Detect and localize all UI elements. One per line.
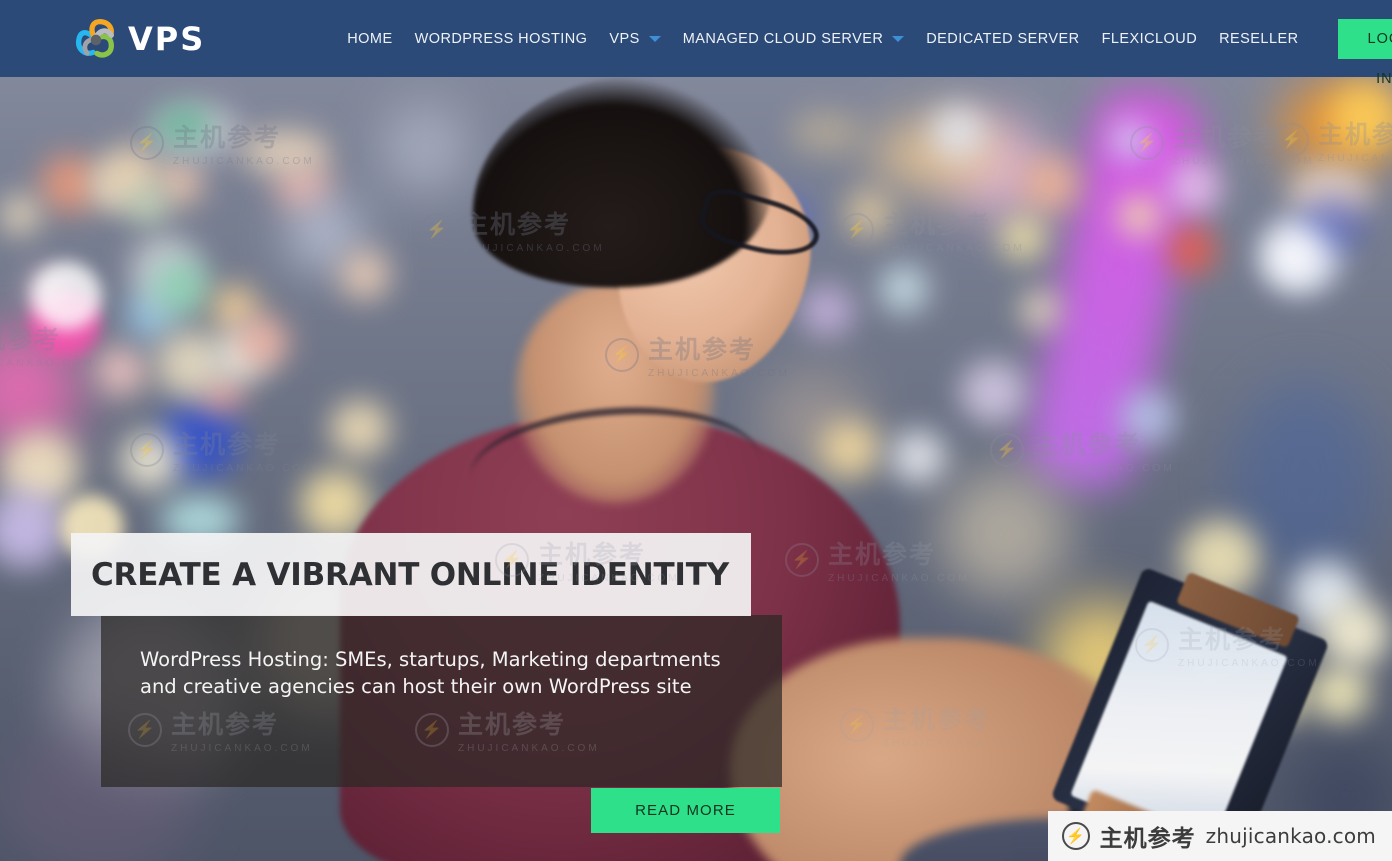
bokeh-light xyxy=(930,105,986,159)
bokeh-light xyxy=(1000,215,1046,261)
bokeh-light xyxy=(1265,230,1323,286)
logo-text: VPS xyxy=(128,19,206,58)
read-more-button[interactable]: READ MORE xyxy=(591,788,780,833)
nav-item-label: MANAGED CLOUD SERVER xyxy=(682,30,884,47)
bokeh-light xyxy=(960,360,1026,424)
nav-item-flexicloud[interactable]: FLEXICLOUD xyxy=(1091,21,1209,57)
watermark-badge: ⚡ 主机参考 zhujicankao.com xyxy=(1047,811,1392,861)
watermark-badge-url: zhujicankao.com xyxy=(1205,824,1376,848)
bokeh-light xyxy=(32,262,102,330)
page-title: CREATE A VIBRANT ONLINE IDENTITY xyxy=(91,556,729,593)
nav-item-label: VPS xyxy=(609,30,640,47)
bokeh-light xyxy=(1020,290,1060,330)
page-root: ⚡ 主机参考 ZHUJICANKAO.COM ⚡ 主机参考 ZHUJICANKA… xyxy=(0,0,1392,861)
chevron-down-icon xyxy=(648,35,661,42)
bokeh-light xyxy=(1120,390,1176,444)
nav-item-home[interactable]: HOME xyxy=(336,21,403,57)
swirl-logo-icon xyxy=(76,18,114,58)
bokeh-light xyxy=(1110,120,1150,160)
bokeh-light xyxy=(1118,195,1160,237)
nav-item-label: WORDPRESS HOSTING xyxy=(414,30,588,47)
nav-item-managed-cloud-server[interactable]: MANAGED CLOUD SERVER xyxy=(672,21,916,57)
bokeh-light xyxy=(1168,226,1216,274)
hero-heading-panel: CREATE A VIBRANT ONLINE IDENTITY xyxy=(71,533,751,616)
bokeh-light xyxy=(155,108,213,144)
nav-item-dedicated-server[interactable]: DEDICATED SERVER xyxy=(915,21,1090,57)
bokeh-light xyxy=(1320,600,1390,668)
login-button[interactable]: LOG IN xyxy=(1337,18,1392,87)
nav-item-label: HOME xyxy=(347,30,393,47)
bokeh-light xyxy=(95,345,147,397)
bokeh-light xyxy=(235,315,289,369)
bokeh-light xyxy=(1020,155,1080,213)
bokeh-light xyxy=(940,470,1070,598)
person-collar xyxy=(466,398,764,538)
hero-subtext: WordPress Hosting: SMEs, startups, Marke… xyxy=(140,648,721,698)
nav-item-wordpress-hosting[interactable]: WORDPRESS HOSTING xyxy=(404,21,599,57)
lightning-circle-icon: ⚡ xyxy=(1061,822,1090,850)
hero-subtext-panel: WordPress Hosting: SMEs, startups, Marke… xyxy=(101,615,782,787)
bokeh-light xyxy=(152,260,210,316)
nav-item-reseller[interactable]: RESELLER xyxy=(1208,21,1309,57)
bokeh-light xyxy=(0,195,40,235)
nav-item-label: RESELLER xyxy=(1219,30,1299,47)
chevron-down-icon xyxy=(892,35,905,42)
nav-item-label: FLEXICLOUD xyxy=(1101,30,1198,47)
bokeh-light xyxy=(120,432,180,490)
watermark-badge-cn: 主机参考 xyxy=(1099,826,1196,852)
nav-item-vps[interactable]: VPS xyxy=(598,21,671,57)
bokeh-light xyxy=(1168,160,1222,214)
main-nav: HOME WORDPRESS HOSTING VPS MANAGED CLOUD… xyxy=(336,21,1309,57)
site-logo[interactable]: VPS xyxy=(70,15,205,63)
top-navigation-bar: VPS HOME WORDPRESS HOSTING VPS MANAGED C… xyxy=(0,0,1392,87)
bokeh-light xyxy=(128,185,168,225)
nav-item-label: DEDICATED SERVER xyxy=(926,30,1080,47)
